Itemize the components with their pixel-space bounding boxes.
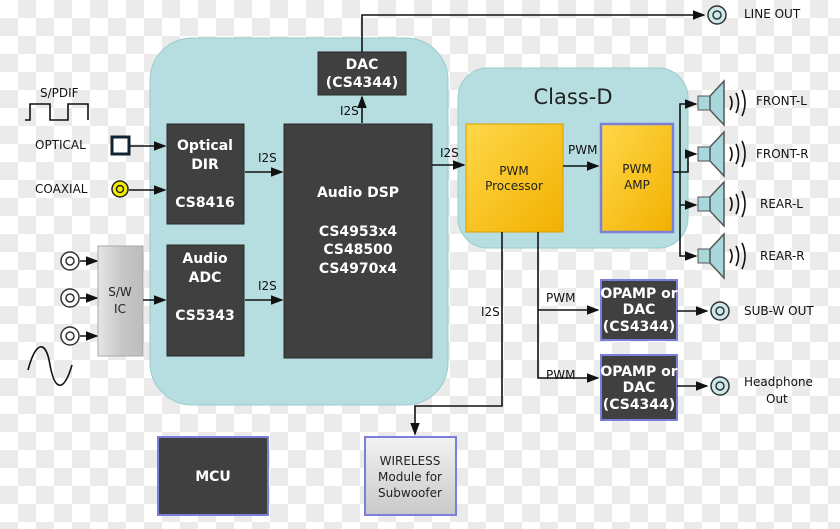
rear-l-label: REAR-L xyxy=(760,197,803,211)
spdif-waveform-icon xyxy=(25,103,89,121)
coaxial-label: COAXIAL xyxy=(35,182,88,196)
opamp-label: DAC xyxy=(623,302,656,318)
dac-part: (CS4344) xyxy=(326,75,398,91)
opamp-part: (CS4344) xyxy=(603,319,675,335)
pwm-processor-label: Processor xyxy=(485,179,543,193)
class-d-title: Class-D xyxy=(534,85,613,109)
analog-input-jacks xyxy=(60,251,80,346)
front-l-label: FRONT-L xyxy=(756,94,807,108)
mcu-label: MCU xyxy=(195,469,231,485)
line-out-label: LINE OUT xyxy=(744,7,801,21)
optical-label: OPTICAL xyxy=(35,138,86,152)
headphone-label: Out xyxy=(766,392,788,406)
audio-dsp-label: Audio DSP xyxy=(317,185,399,201)
headphone-jack-icon xyxy=(710,376,730,396)
pwm-processor-block xyxy=(465,123,564,233)
optical-dir-part: CS8416 xyxy=(175,195,235,211)
pwm-amp-label: PWM xyxy=(622,162,651,176)
wireless-label: Module for xyxy=(378,470,442,484)
audio-dsp-block xyxy=(283,123,433,359)
i2s-label: I2S xyxy=(481,305,500,319)
audio-adc-part: CS5343 xyxy=(175,308,235,324)
sw-ic-label: IC xyxy=(114,302,126,316)
rear-r-label: REAR-R xyxy=(760,249,805,263)
opamp-label: DAC xyxy=(623,380,656,396)
opamp-label: OPAMP or xyxy=(600,364,677,380)
pwm-label: PWM xyxy=(568,143,597,157)
optical-dir-label: Optical xyxy=(177,138,233,154)
audio-dsp-part: CS4953x4 xyxy=(319,224,398,240)
pwm-processor-label: PWM xyxy=(499,164,528,178)
speaker-icons xyxy=(697,79,746,280)
pwm-label: PWM xyxy=(546,291,575,305)
i2s-label: I2S xyxy=(258,151,277,165)
audio-adc-label: ADC xyxy=(189,270,222,286)
optical-port-icon xyxy=(110,135,131,156)
audio-adc-label: Audio xyxy=(182,251,228,267)
coaxial-jack-icon xyxy=(111,180,129,198)
audio-dsp-part: CS4970x4 xyxy=(319,261,398,277)
front-r-label: FRONT-R xyxy=(756,147,809,161)
dac-label: DAC xyxy=(346,57,379,73)
optical-dir-label: DIR xyxy=(191,157,219,173)
i2s-label: I2S xyxy=(440,146,459,160)
sub-w-jack-icon xyxy=(710,301,730,321)
spdif-label: S/PDIF xyxy=(40,86,79,100)
sine-wave-icon xyxy=(27,346,73,386)
pwm-amp-label: AMP xyxy=(624,178,650,192)
opamp-label: OPAMP or xyxy=(600,286,677,302)
sw-ic-block xyxy=(97,245,144,357)
wireless-label: Subwoofer xyxy=(378,486,442,500)
opamp-part: (CS4344) xyxy=(603,397,675,413)
i2s-label: I2S xyxy=(340,104,359,118)
pwm-label: PWM xyxy=(546,368,575,382)
audio-dsp-part: CS48500 xyxy=(323,242,393,258)
i2s-label: I2S xyxy=(258,279,277,293)
wireless-label: WIRELESS xyxy=(380,454,441,468)
sw-ic-label: S/W xyxy=(108,285,132,299)
line-out-jack-icon xyxy=(707,5,727,25)
sub-w-out-label: SUB-W OUT xyxy=(744,304,814,318)
audio-block-diagram: Class-D S/PDIF OPTICAL COAXIAL S/W IC Op… xyxy=(25,5,814,516)
headphone-label: Headphone xyxy=(744,375,813,389)
